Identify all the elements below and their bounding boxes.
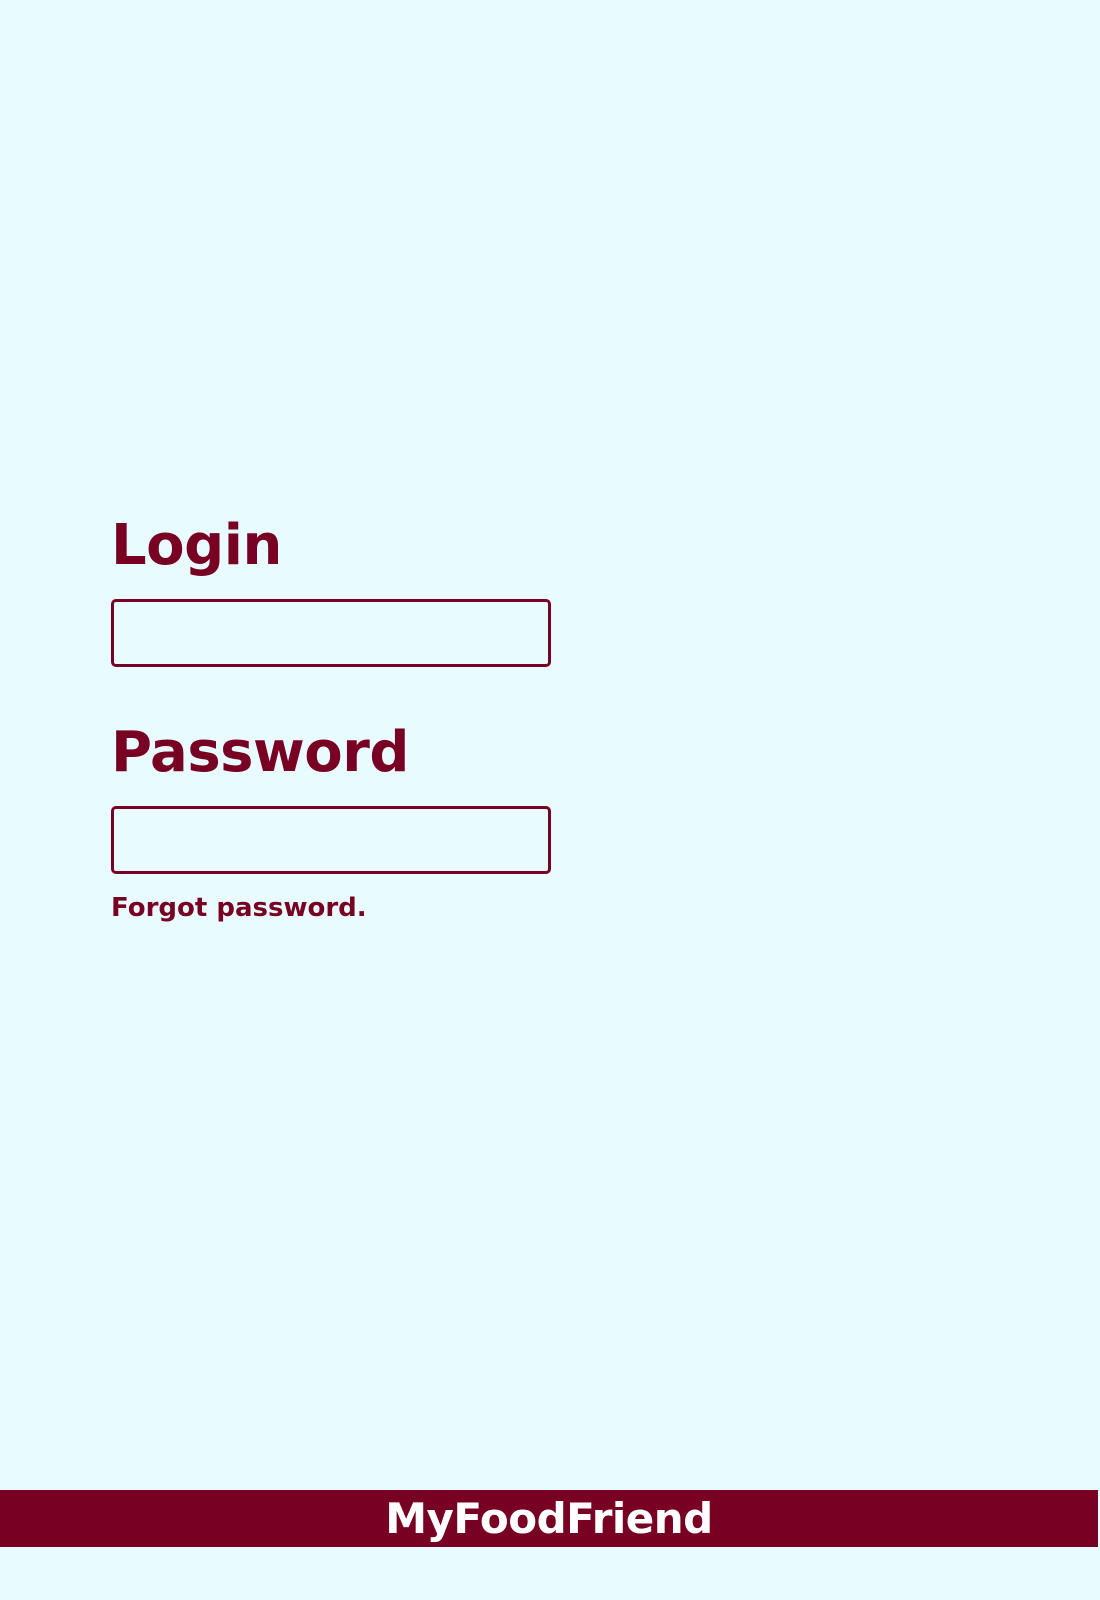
password-label: Password — [111, 720, 409, 785]
forgot-password-link[interactable]: Forgot password. — [111, 895, 367, 921]
brand-name: MyFoodFriend — [385, 1493, 713, 1543]
footer-brand-bar: MyFoodFriend — [0, 1490, 1098, 1547]
password-input[interactable] — [111, 806, 551, 874]
login-label: Login — [111, 513, 282, 578]
login-input[interactable] — [111, 599, 551, 667]
